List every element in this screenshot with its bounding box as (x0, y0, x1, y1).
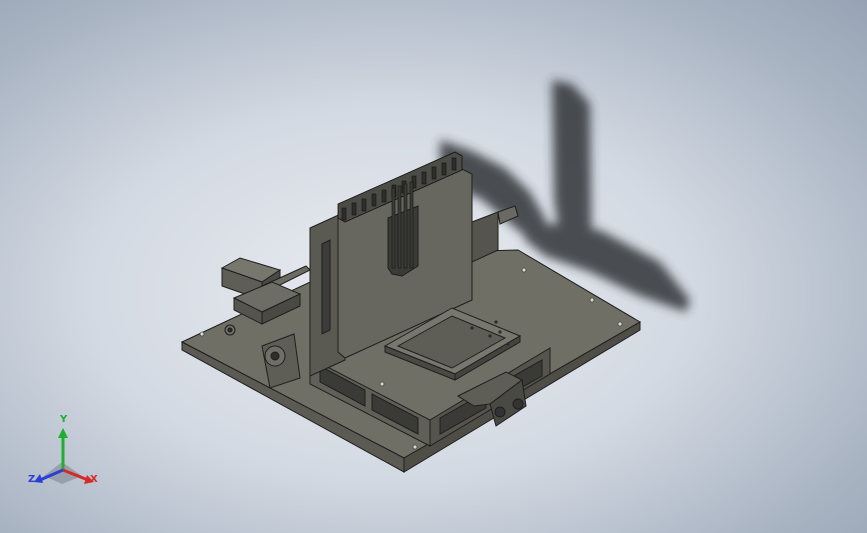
coordinate-triad: Y X Z (22, 414, 106, 494)
triad-x-label: X (90, 474, 98, 485)
3d-model-viewport[interactable] (0, 0, 867, 533)
triad-y-label: Y (60, 414, 68, 425)
triad-z-label: Z (28, 474, 36, 485)
